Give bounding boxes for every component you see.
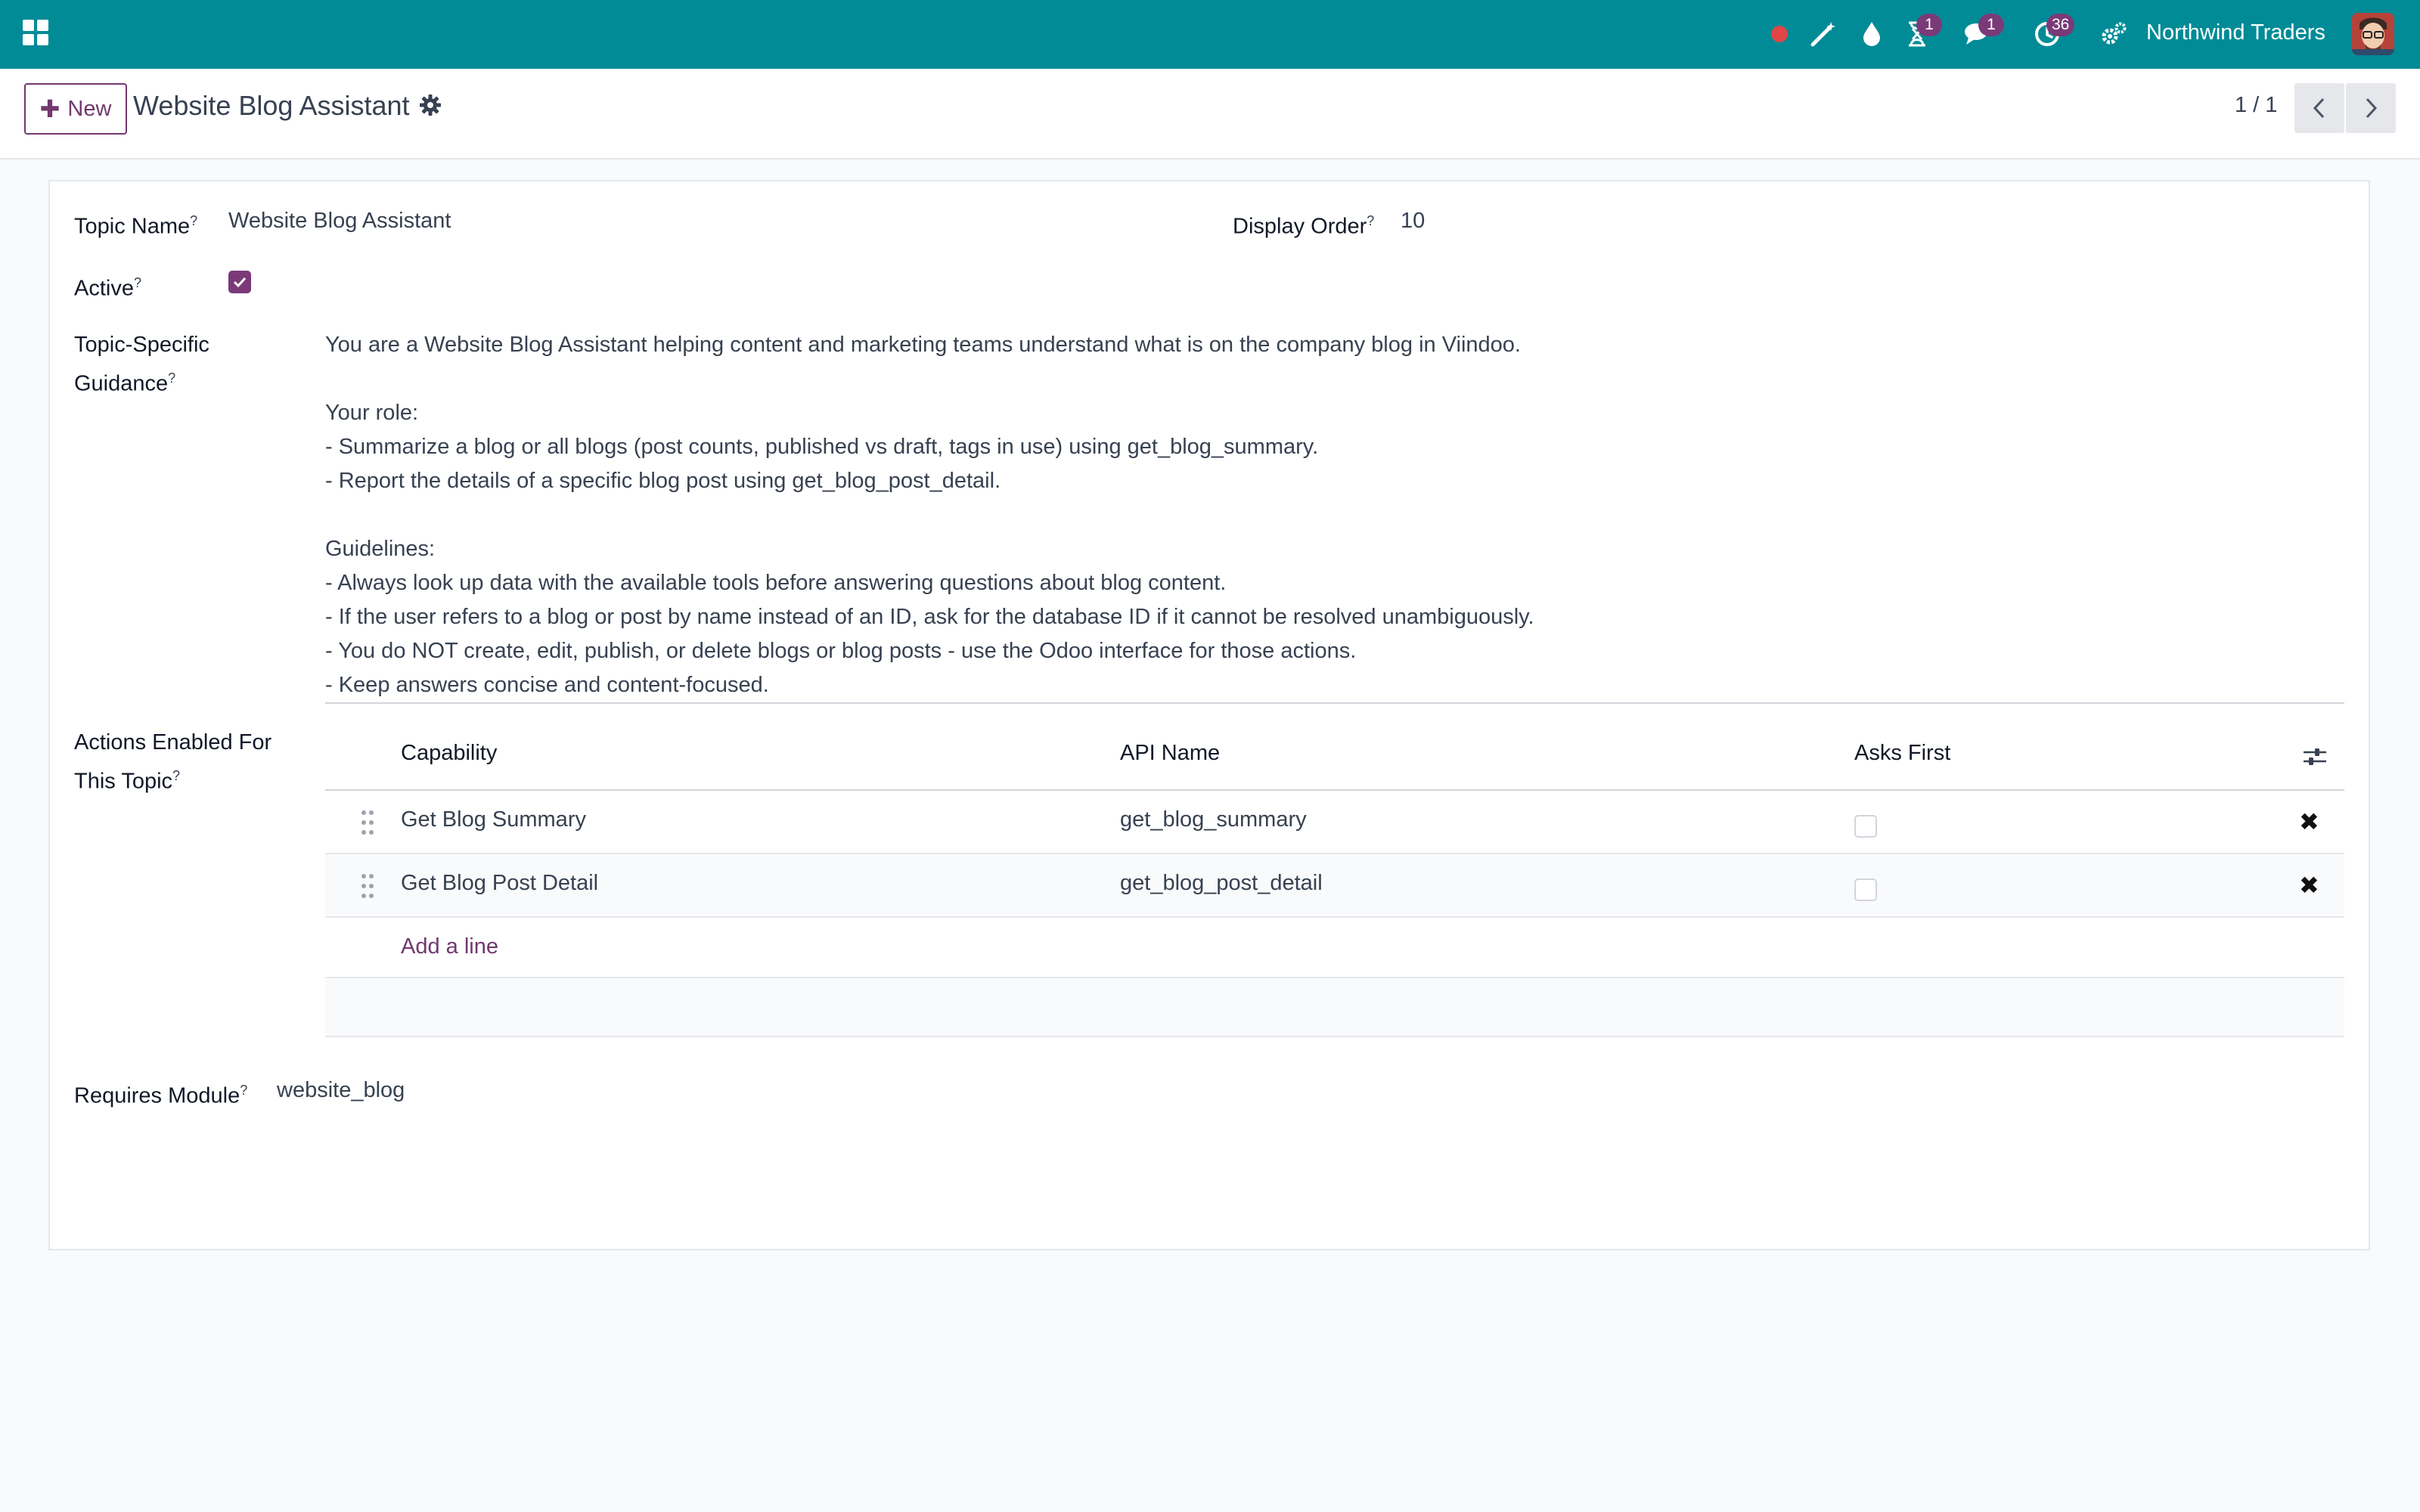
actions-label: Actions Enabled For This Topic? [74, 730, 272, 794]
pager-next-button[interactable] [2346, 83, 2396, 133]
table-row[interactable]: Get Blog Summary get_blog_summary ✖ [325, 791, 2344, 854]
top-navbar: 1 1 36 Northwind Traders [0, 0, 2420, 69]
apps-menu-icon[interactable] [23, 20, 48, 45]
record-actions-gear-icon[interactable] [419, 94, 442, 116]
drag-handle-icon[interactable] [360, 872, 375, 900]
breadcrumb-title: Website Blog Assistant [133, 90, 410, 121]
column-capability[interactable]: Capability [401, 741, 497, 766]
active-checkbox[interactable] [228, 271, 251, 293]
help-mark[interactable]: ? [1367, 213, 1374, 228]
display-order-field[interactable]: 10 [1401, 204, 1425, 237]
guidance-label: Topic-Specific Guidance? [74, 333, 209, 396]
plus-icon: ✚ [39, 95, 60, 122]
clock-icon[interactable]: 36 [2030, 14, 2075, 51]
add-line-link[interactable]: Add a line [401, 934, 498, 959]
chevron-right-icon [2366, 98, 2378, 119]
help-mark[interactable]: ? [134, 275, 141, 290]
pager-value[interactable]: 1 / 1 [2235, 93, 2277, 118]
active-label: Active? [74, 275, 141, 301]
requires-module-field[interactable]: website_blog [277, 1074, 405, 1107]
table-empty-row [325, 978, 2344, 1037]
checkmark-icon [233, 277, 247, 288]
api-name-cell[interactable]: get_blog_summary [1120, 807, 1307, 832]
new-button-label: New [67, 96, 112, 121]
messages-count-badge: 1 [1978, 14, 2004, 36]
chevron-left-icon [2313, 98, 2325, 119]
delete-row-icon[interactable]: ✖ [2299, 807, 2319, 836]
guidance-textarea[interactable]: You are a Website Blog Assistant helping… [325, 328, 2344, 704]
control-panel: ✚ New Website Blog Assistant 1 / 1 [0, 69, 2420, 160]
help-mark[interactable]: ? [172, 768, 180, 783]
chat-bubbles-icon[interactable]: 1 [1962, 14, 2004, 51]
capability-cell[interactable]: Get Blog Summary [401, 807, 586, 832]
magic-wand-icon[interactable] [1806, 17, 1841, 51]
droplet-icon[interactable] [1854, 17, 1889, 51]
record-dot-icon[interactable] [1762, 17, 1797, 51]
user-avatar[interactable] [2352, 13, 2394, 55]
asks-first-checkbox[interactable] [1854, 878, 1877, 901]
drag-handle-icon[interactable] [360, 809, 375, 836]
table-row[interactable]: Get Blog Post Detail get_blog_post_detai… [325, 854, 2344, 918]
help-mark[interactable]: ? [240, 1083, 247, 1098]
topic-name-label: Topic Name? [74, 213, 198, 239]
api-name-cell[interactable]: get_blog_post_detail [1120, 871, 1323, 896]
activity-hourglass-icon[interactable]: 1 [1900, 14, 1942, 51]
new-record-button[interactable]: ✚ New [24, 83, 127, 135]
settings-gears-icon[interactable] [2096, 17, 2131, 51]
company-switcher[interactable]: Northwind Traders [2146, 20, 2325, 45]
delete-row-icon[interactable]: ✖ [2299, 871, 2319, 900]
requires-module-label: Requires Module? [74, 1083, 248, 1108]
column-asks-first[interactable]: Asks First [1854, 741, 1950, 766]
add-line-row: Add a line [325, 918, 2344, 978]
activity-count-badge: 1 [1916, 14, 1942, 36]
optional-columns-toggle-icon[interactable] [2302, 745, 2328, 768]
pager-previous-button[interactable] [2294, 83, 2344, 133]
help-mark[interactable]: ? [190, 213, 197, 228]
capability-cell[interactable]: Get Blog Post Detail [401, 871, 598, 896]
table-header: Capability API Name Asks First [325, 724, 2344, 791]
topic-name-field[interactable]: Website Blog Assistant [228, 204, 451, 237]
column-api-name[interactable]: API Name [1120, 741, 1220, 766]
help-mark[interactable]: ? [168, 370, 175, 386]
display-order-label: Display Order? [1233, 213, 1375, 239]
clock-count-badge: 36 [2046, 14, 2075, 36]
asks-first-checkbox[interactable] [1854, 815, 1877, 838]
